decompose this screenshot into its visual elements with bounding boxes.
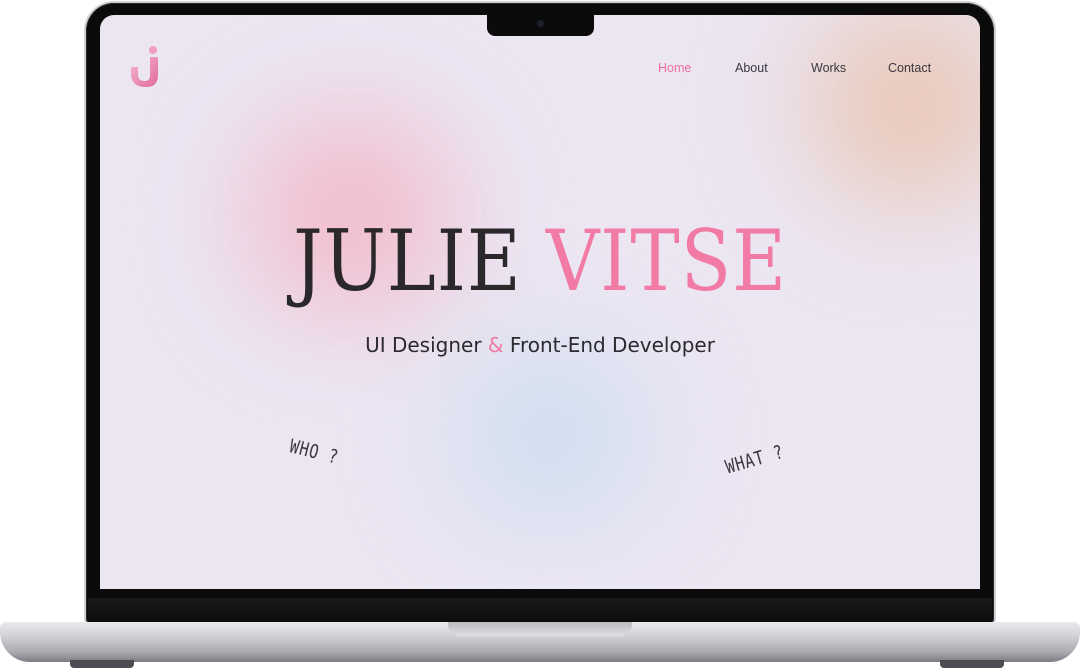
camera-icon (537, 20, 544, 27)
laptop-screen: Home About Works Contact JULIE VITSE UI … (100, 15, 980, 589)
what-note-link[interactable]: WHAT ? (723, 441, 786, 479)
tagline-role-primary: UI Designer (365, 333, 482, 357)
screen-bottom-bezel (88, 598, 992, 622)
hero-name: JULIE VITSE (153, 211, 927, 311)
laptop-foot-left (70, 660, 134, 668)
nav-contact[interactable]: Contact (888, 61, 931, 75)
nav-about[interactable]: About (735, 61, 768, 75)
hero-tagline: UI Designer & Front-End Developer (100, 333, 980, 357)
laptop-opening-notch (448, 622, 632, 636)
hero-last-name: VITSE (546, 212, 787, 310)
tagline-ampersand: & (487, 333, 504, 357)
hero-first-name: JULIE (293, 212, 522, 310)
who-note-link[interactable]: WHO ? (287, 435, 341, 468)
nav-works[interactable]: Works (811, 61, 846, 75)
tagline-role-secondary: Front-End Developer (509, 333, 715, 357)
main-navigation: Home About Works Contact (100, 61, 980, 81)
camera-notch (487, 15, 594, 36)
nav-home[interactable]: Home (658, 61, 691, 75)
laptop-foot-right (940, 660, 1004, 668)
